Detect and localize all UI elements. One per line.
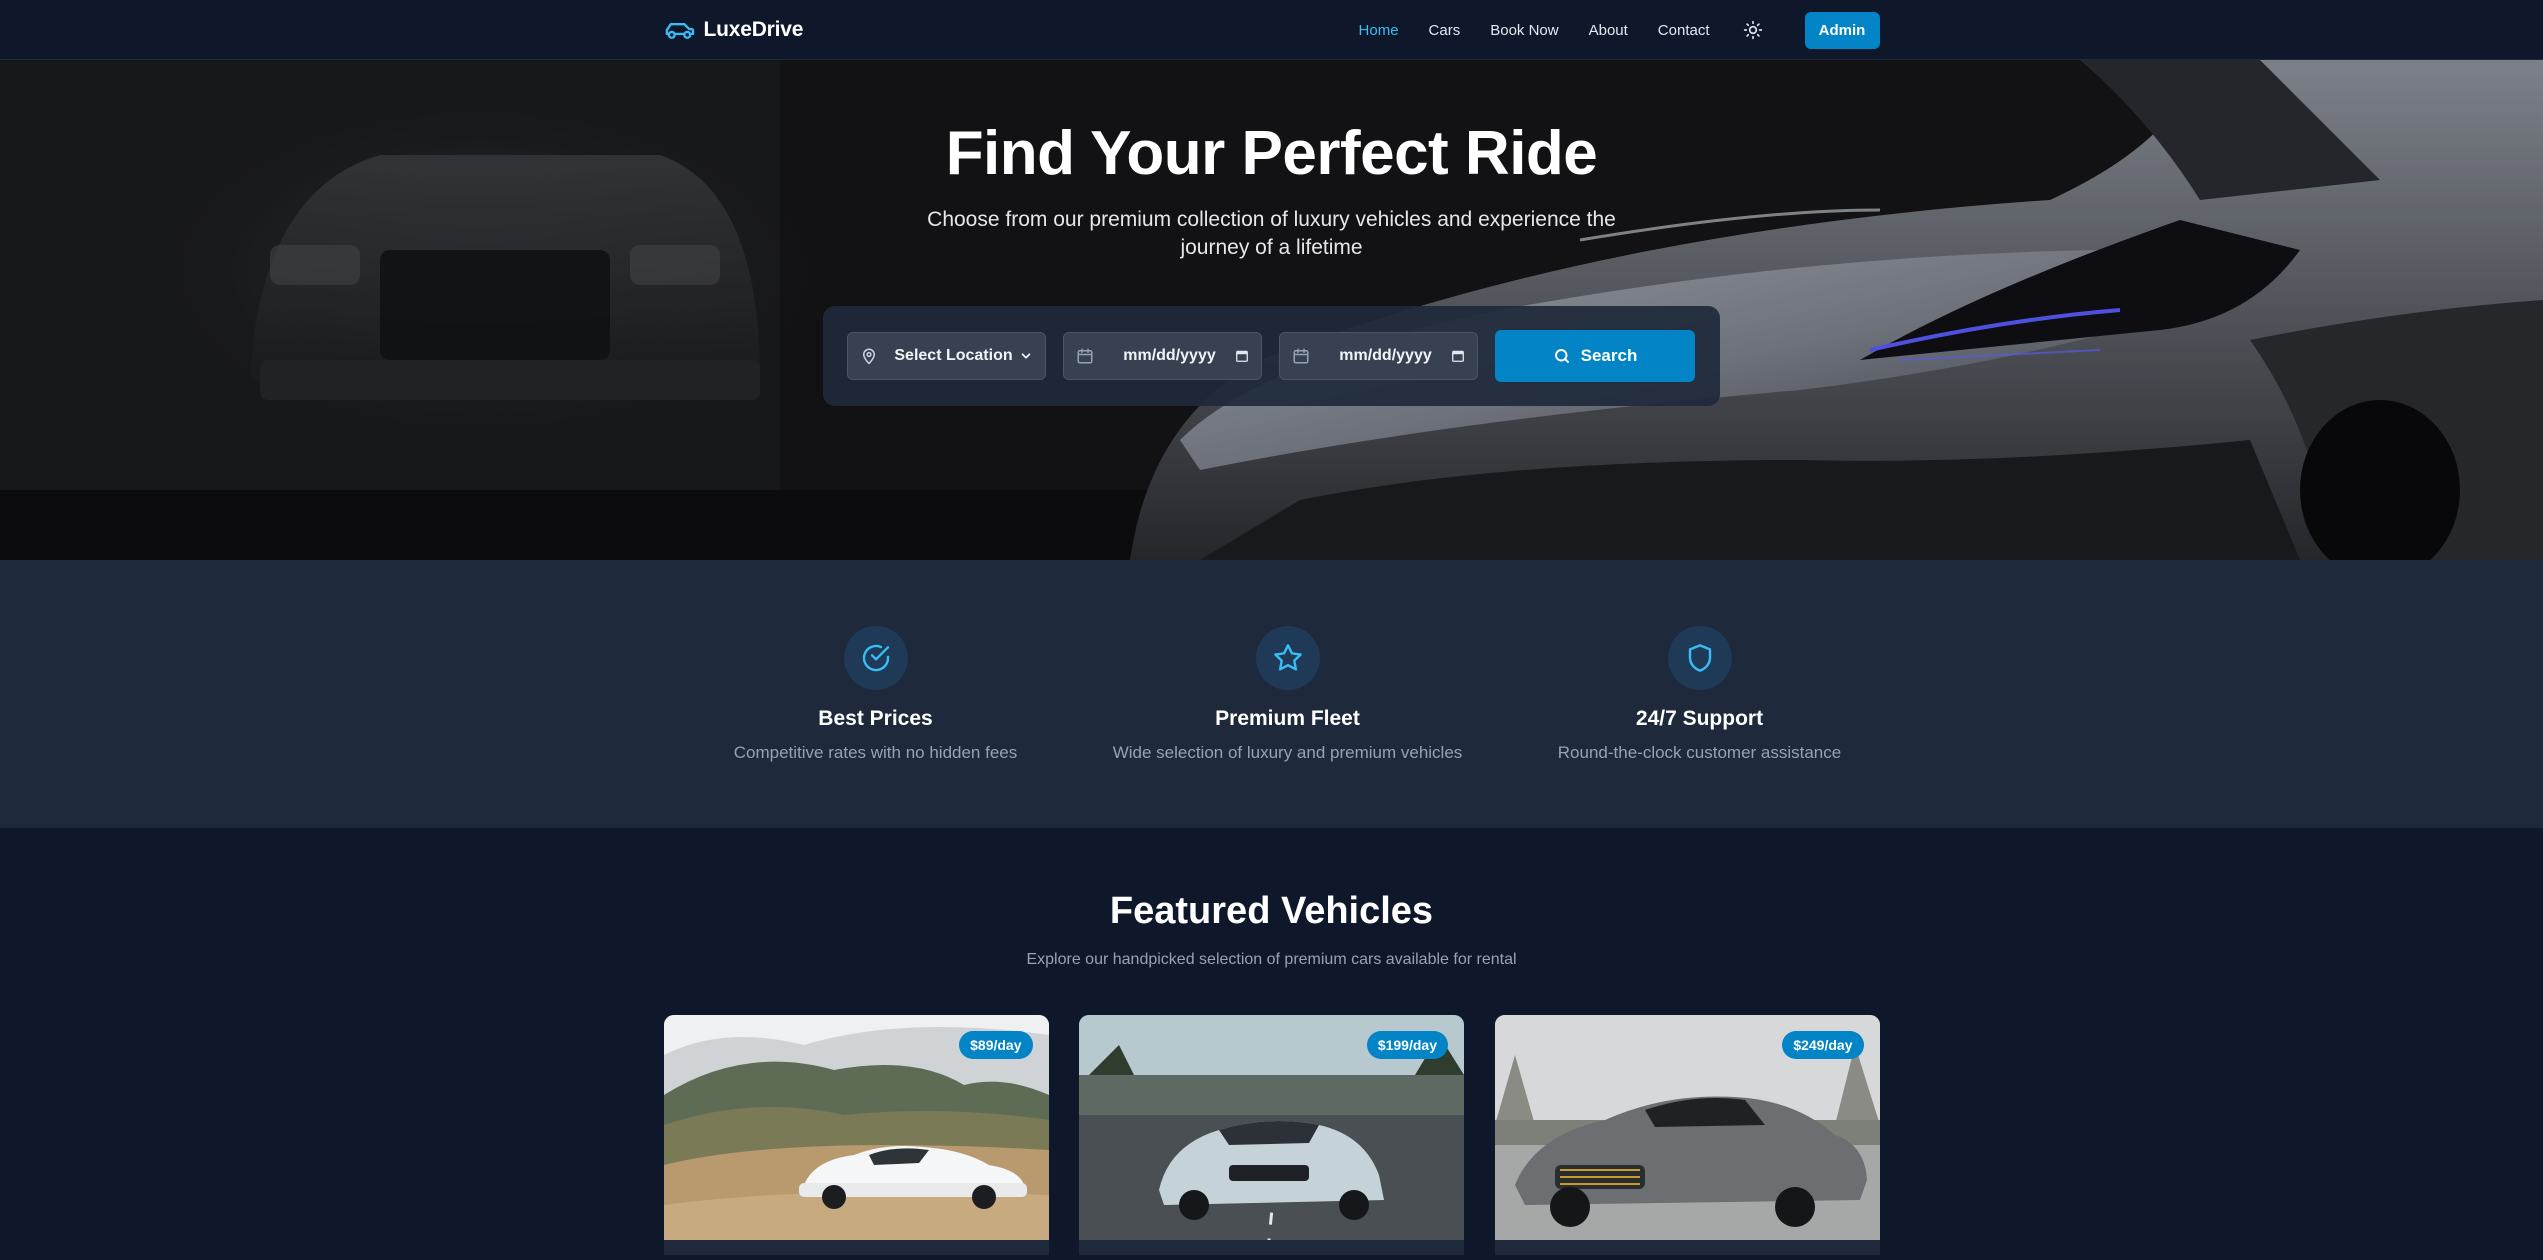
nav-link-about[interactable]: About	[1589, 22, 1628, 39]
nav-link-book-now[interactable]: Book Now	[1490, 22, 1558, 39]
feature-description: Competitive rates with no hidden fees	[733, 743, 1018, 762]
feature-premium-fleet: Premium Fleet Wide selection of luxury a…	[1098, 626, 1478, 763]
nav-link-home[interactable]: Home	[1359, 22, 1399, 39]
brand-logo[interactable]: LuxeDrive	[664, 18, 804, 42]
hero-title: Find Your Perfect Ride	[945, 119, 1598, 188]
hero-section: Find Your Perfect Ride Choose from our p…	[0, 60, 2543, 560]
price-badge: $199/day	[1366, 1031, 1448, 1059]
pickup-date-placeholder: mm/dd/yyyy	[1123, 347, 1216, 365]
features-section: Best Prices Competitive rates with no hi…	[0, 560, 2543, 828]
feature-title: Premium Fleet	[1215, 707, 1360, 730]
nav-link-contact[interactable]: Contact	[1658, 22, 1710, 39]
search-panel: Select Location mm/dd/yyyy mm/dd/yyyy Se…	[823, 306, 1720, 407]
section-title: Featured Vehicles	[1109, 890, 1434, 932]
navbar: LuxeDrive Home Cars Book Now About Conta…	[0, 0, 2543, 60]
location-select[interactable]: Select Location	[847, 332, 1046, 381]
car-icon	[665, 23, 694, 39]
price-badge: $249/day	[1782, 1031, 1864, 1059]
admin-button[interactable]: Admin	[1804, 11, 1880, 49]
calendar-icon	[1077, 348, 1093, 364]
section-subtitle: Explore our handpicked selection of prem…	[1026, 951, 1517, 968]
vehicle-card[interactable]: $199/day	[1079, 1015, 1464, 1255]
search-button[interactable]: Search	[1495, 330, 1695, 383]
sun-icon	[1743, 20, 1762, 40]
nav-link-cars[interactable]: Cars	[1429, 22, 1461, 39]
return-date-input[interactable]: mm/dd/yyyy	[1279, 332, 1478, 381]
feature-title: 24/7 Support	[1635, 707, 1764, 730]
search-icon	[1554, 349, 1569, 364]
star-icon	[1273, 644, 1302, 671]
date-picker-icon[interactable]	[1451, 349, 1465, 363]
location-select-value: Select Location	[894, 347, 1013, 365]
feature-best-prices: Best Prices Competitive rates with no hi…	[686, 626, 1066, 763]
brand-name: LuxeDrive	[703, 18, 804, 41]
hero-subtitle: Choose from our premium collection of lu…	[927, 208, 1616, 260]
theme-toggle-button[interactable]	[1741, 18, 1765, 42]
chevron-down-icon	[1021, 353, 1031, 359]
price-badge: $89/day	[959, 1031, 1033, 1059]
return-date-placeholder: mm/dd/yyyy	[1339, 347, 1432, 365]
vehicle-cards: $89/day $199/day $249/day	[663, 1015, 1880, 1255]
vehicle-card[interactable]: $89/day	[663, 1015, 1049, 1255]
date-picker-icon[interactable]	[1235, 349, 1249, 363]
check-circle-icon	[862, 644, 889, 672]
feature-24-7-support: 24/7 Support Round-the-clock customer as…	[1510, 626, 1890, 763]
featured-vehicles-section: Featured Vehicles Explore our handpicked…	[0, 828, 2543, 1255]
nav-menu: Home Cars Book Now About Contact Admin	[1329, 11, 1880, 49]
feature-description: Wide selection of luxury and premium veh…	[1112, 743, 1463, 762]
calendar-icon	[1293, 348, 1309, 364]
pickup-date-input[interactable]: mm/dd/yyyy	[1063, 332, 1262, 381]
search-button-label: Search	[1580, 346, 1638, 366]
feature-description: Round-the-clock customer assistance	[1557, 743, 1842, 762]
feature-title: Best Prices	[818, 707, 933, 730]
vehicle-card[interactable]: $249/day	[1494, 1015, 1880, 1255]
shield-icon	[1688, 644, 1711, 672]
map-pin-icon	[863, 348, 875, 365]
